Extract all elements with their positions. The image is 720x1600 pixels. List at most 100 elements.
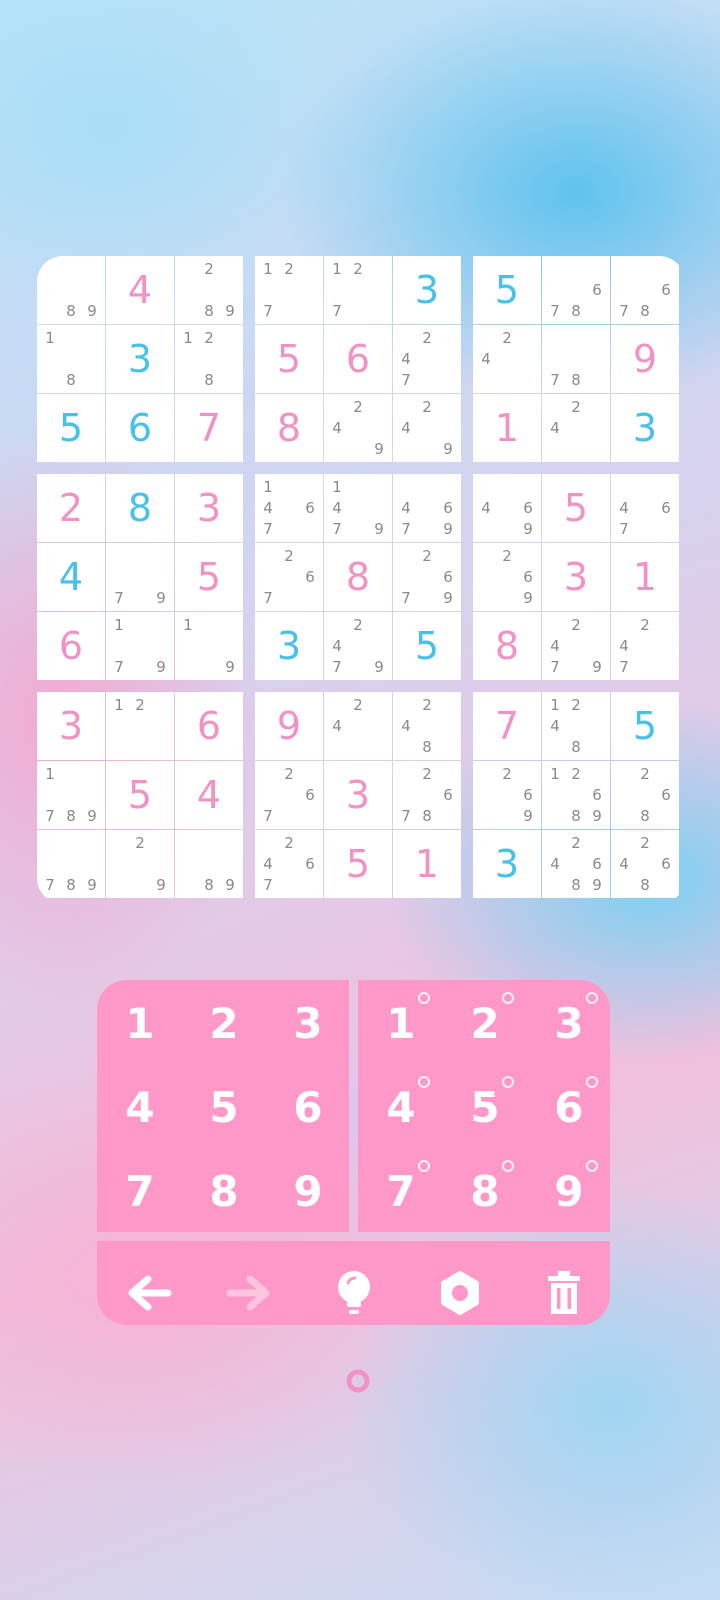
cell-r9c6[interactable]: 1: [393, 830, 461, 898]
note-key-9[interactable]: 9: [526, 1148, 612, 1234]
note-key-2[interactable]: 2: [442, 980, 528, 1066]
cell-r8c4[interactable]: 26 7: [255, 761, 323, 829]
cell-r1c5[interactable]: 12 7: [324, 256, 392, 324]
cell-r5c7[interactable]: 26 9: [473, 543, 541, 611]
cell-r7c9[interactable]: 5: [611, 692, 679, 760]
cell-r7c6[interactable]: 248: [393, 692, 461, 760]
cell-r1c4[interactable]: 12 7: [255, 256, 323, 324]
cell-r7c7[interactable]: 7: [473, 692, 541, 760]
cell-r6c7[interactable]: 8: [473, 612, 541, 680]
cell-r1c2[interactable]: 4: [106, 256, 174, 324]
digit-key-7[interactable]: 7: [97, 1148, 183, 1234]
cell-r5c5[interactable]: 8: [324, 543, 392, 611]
cell-r8c1[interactable]: 1789: [37, 761, 105, 829]
undo-button[interactable]: [120, 1265, 176, 1321]
cell-r8c8[interactable]: 12689: [542, 761, 610, 829]
cell-r8c6[interactable]: 26 78: [393, 761, 461, 829]
cell-r5c3[interactable]: 5: [175, 543, 243, 611]
cell-r2c7[interactable]: 24: [473, 325, 541, 393]
cell-r2c2[interactable]: 3: [106, 325, 174, 393]
digit-key-6[interactable]: 6: [265, 1064, 351, 1150]
cell-r1c7[interactable]: 5: [473, 256, 541, 324]
cell-r8c7[interactable]: 26 9: [473, 761, 541, 829]
settings-button[interactable]: [432, 1265, 488, 1321]
cell-r7c3[interactable]: 6: [175, 692, 243, 760]
cell-r3c3[interactable]: 7: [175, 394, 243, 462]
cell-r7c1[interactable]: 3: [37, 692, 105, 760]
cell-r6c9[interactable]: 24 7: [611, 612, 679, 680]
cell-r5c9[interactable]: 1: [611, 543, 679, 611]
cell-r3c8[interactable]: 24: [542, 394, 610, 462]
cell-r4c4[interactable]: 1 4 6 7: [255, 474, 323, 542]
note-key-5[interactable]: 5: [442, 1064, 528, 1150]
cell-r5c1[interactable]: 4: [37, 543, 105, 611]
cell-r2c8[interactable]: 78: [542, 325, 610, 393]
cell-r1c9[interactable]: 6 78: [611, 256, 679, 324]
cell-r6c4[interactable]: 3: [255, 612, 323, 680]
note-key-1[interactable]: 1: [358, 980, 444, 1066]
cell-r5c6[interactable]: 26 7 9: [393, 543, 461, 611]
cell-r9c1[interactable]: 789: [37, 830, 105, 898]
cell-r6c6[interactable]: 5: [393, 612, 461, 680]
hint-button[interactable]: [326, 1265, 382, 1321]
cell-r3c9[interactable]: 3: [611, 394, 679, 462]
cell-r9c5[interactable]: 5: [324, 830, 392, 898]
cell-r1c3[interactable]: 2 89: [175, 256, 243, 324]
cell-r4c9[interactable]: 4 6 7: [611, 474, 679, 542]
cell-r9c9[interactable]: 24 68: [611, 830, 679, 898]
redo-button[interactable]: [222, 1265, 278, 1321]
cell-r5c4[interactable]: 26 7: [255, 543, 323, 611]
digit-key-1[interactable]: 1: [97, 980, 183, 1066]
cell-r3c1[interactable]: 5: [37, 394, 105, 462]
cell-r9c4[interactable]: 24 6 7: [255, 830, 323, 898]
note-key-8[interactable]: 8: [442, 1148, 528, 1234]
cell-r7c4[interactable]: 9: [255, 692, 323, 760]
note-key-4[interactable]: 4: [358, 1064, 444, 1150]
cell-r4c1[interactable]: 2: [37, 474, 105, 542]
cell-r2c4[interactable]: 5: [255, 325, 323, 393]
cell-r9c7[interactable]: 3: [473, 830, 541, 898]
cell-r2c5[interactable]: 6: [324, 325, 392, 393]
digit-key-8[interactable]: 8: [181, 1148, 267, 1234]
cell-r3c5[interactable]: 24 9: [324, 394, 392, 462]
cell-r4c5[interactable]: 1 4 7 9: [324, 474, 392, 542]
digit-key-4[interactable]: 4: [97, 1064, 183, 1150]
cell-r8c5[interactable]: 3: [324, 761, 392, 829]
cell-r9c8[interactable]: 24 689: [542, 830, 610, 898]
cell-r5c8[interactable]: 3: [542, 543, 610, 611]
cell-r4c2[interactable]: 8: [106, 474, 174, 542]
note-key-7[interactable]: 7: [358, 1148, 444, 1234]
cell-r1c6[interactable]: 3: [393, 256, 461, 324]
cell-r7c2[interactable]: 12: [106, 692, 174, 760]
cell-r4c8[interactable]: 5: [542, 474, 610, 542]
cell-r2c3[interactable]: 12 8: [175, 325, 243, 393]
cell-r2c6[interactable]: 24 7: [393, 325, 461, 393]
cell-r4c6[interactable]: 4 6 7 9: [393, 474, 461, 542]
cell-r6c3[interactable]: 19: [175, 612, 243, 680]
cell-r8c3[interactable]: 4: [175, 761, 243, 829]
cell-r4c7[interactable]: 4 6 9: [473, 474, 541, 542]
digit-key-3[interactable]: 3: [265, 980, 351, 1066]
cell-r9c3[interactable]: 89: [175, 830, 243, 898]
delete-button[interactable]: [536, 1265, 592, 1321]
cell-r3c4[interactable]: 8: [255, 394, 323, 462]
cell-r1c8[interactable]: 6 78: [542, 256, 610, 324]
digit-key-5[interactable]: 5: [181, 1064, 267, 1150]
cell-r6c8[interactable]: 24 7 9: [542, 612, 610, 680]
cell-r4c3[interactable]: 3: [175, 474, 243, 542]
cell-r1c1[interactable]: 89: [37, 256, 105, 324]
cell-r2c1[interactable]: 18: [37, 325, 105, 393]
cell-r7c8[interactable]: 1248: [542, 692, 610, 760]
note-key-6[interactable]: 6: [526, 1064, 612, 1150]
cell-r6c2[interactable]: 1 7 9: [106, 612, 174, 680]
cell-r3c6[interactable]: 24 9: [393, 394, 461, 462]
digit-key-2[interactable]: 2: [181, 980, 267, 1066]
page-indicator[interactable]: [346, 1369, 370, 1393]
note-key-3[interactable]: 3: [526, 980, 612, 1066]
cell-r6c1[interactable]: 6: [37, 612, 105, 680]
cell-r9c2[interactable]: 29: [106, 830, 174, 898]
cell-r6c5[interactable]: 24 7 9: [324, 612, 392, 680]
digit-key-9[interactable]: 9: [265, 1148, 351, 1234]
cell-r8c2[interactable]: 5: [106, 761, 174, 829]
cell-r3c2[interactable]: 6: [106, 394, 174, 462]
